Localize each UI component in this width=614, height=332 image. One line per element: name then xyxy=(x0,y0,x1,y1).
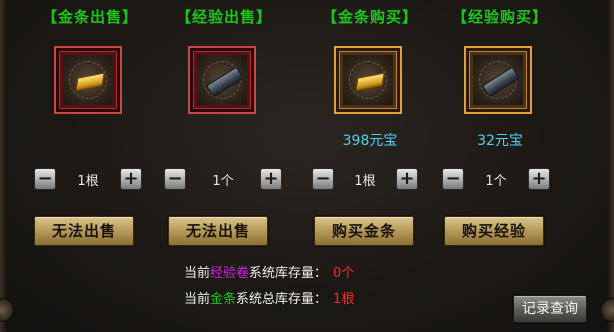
exp-sell-button[interactable]: 无法出售 xyxy=(168,216,268,246)
exp-buy-item-slot[interactable] xyxy=(464,46,532,114)
quantity-value: 1根 xyxy=(354,174,376,189)
stock-prefix: 当前 xyxy=(184,266,211,281)
frame-corner-ornament xyxy=(600,298,614,322)
decrease-button[interactable]: − xyxy=(164,168,186,190)
increase-button[interactable]: + xyxy=(396,168,418,190)
gold-buy-price: 398元宝 xyxy=(342,133,398,149)
record-query-button[interactable]: 记录查询 xyxy=(513,295,587,323)
gold-bar-icon xyxy=(355,72,385,92)
exp-buy-button[interactable]: 购买经验 xyxy=(444,216,544,246)
quantity-value: 1根 xyxy=(77,174,99,189)
gold-buy-item-slot[interactable] xyxy=(334,46,402,114)
stock-prefix: 当前 xyxy=(184,292,211,307)
decrease-button[interactable]: − xyxy=(312,168,334,190)
exp-stock-value: 0个 xyxy=(333,266,355,281)
exp-scroll-name: 经验卷 xyxy=(210,266,250,281)
increase-button[interactable]: + xyxy=(528,168,550,190)
scroll-icon xyxy=(482,66,520,98)
gold-sell-item-slot[interactable] xyxy=(54,46,122,114)
decrease-button[interactable]: − xyxy=(34,168,56,190)
stock-label: 系统库存量： xyxy=(249,266,328,281)
gold-buy-button[interactable]: 购买金条 xyxy=(314,216,414,246)
stock-label: 系统总库存量： xyxy=(236,292,328,307)
gold-stock-line: 当前金条系统总库存量： 1根 xyxy=(184,288,354,307)
gold-sell-title: 【金条出售】 xyxy=(41,8,138,26)
frame-corner-ornament xyxy=(0,298,14,322)
gold-bar-name: 金条 xyxy=(210,292,237,307)
exp-buy-quantity-stepper: − 1个 + xyxy=(442,168,550,192)
increase-button[interactable]: + xyxy=(260,168,282,190)
gold-buy-quantity-stepper: − 1根 + xyxy=(312,168,418,192)
exp-buy-title: 【经验购买】 xyxy=(451,8,548,26)
scroll-icon xyxy=(206,66,244,98)
gold-sell-quantity-stepper: − 1根 + xyxy=(34,168,142,192)
exp-sell-quantity-stepper: − 1个 + xyxy=(164,168,282,192)
gold-stock-value: 1根 xyxy=(333,292,355,307)
exp-sell-item-slot[interactable] xyxy=(188,46,256,114)
exp-buy-price: 32元宝 xyxy=(477,133,523,149)
gold-bar-icon xyxy=(75,72,105,92)
quantity-value: 1个 xyxy=(212,174,234,189)
gold-sell-button[interactable]: 无法出售 xyxy=(34,216,134,246)
frame-left-edge xyxy=(0,0,6,332)
quantity-value: 1个 xyxy=(485,174,507,189)
decrease-button[interactable]: − xyxy=(442,168,464,190)
gold-buy-title: 【金条购买】 xyxy=(321,8,418,26)
exp-sell-title: 【经验出售】 xyxy=(175,8,272,26)
exp-stock-line: 当前经验卷系统库存量： 0个 xyxy=(184,262,354,281)
increase-button[interactable]: + xyxy=(120,168,142,190)
frame-right-edge xyxy=(608,0,614,332)
